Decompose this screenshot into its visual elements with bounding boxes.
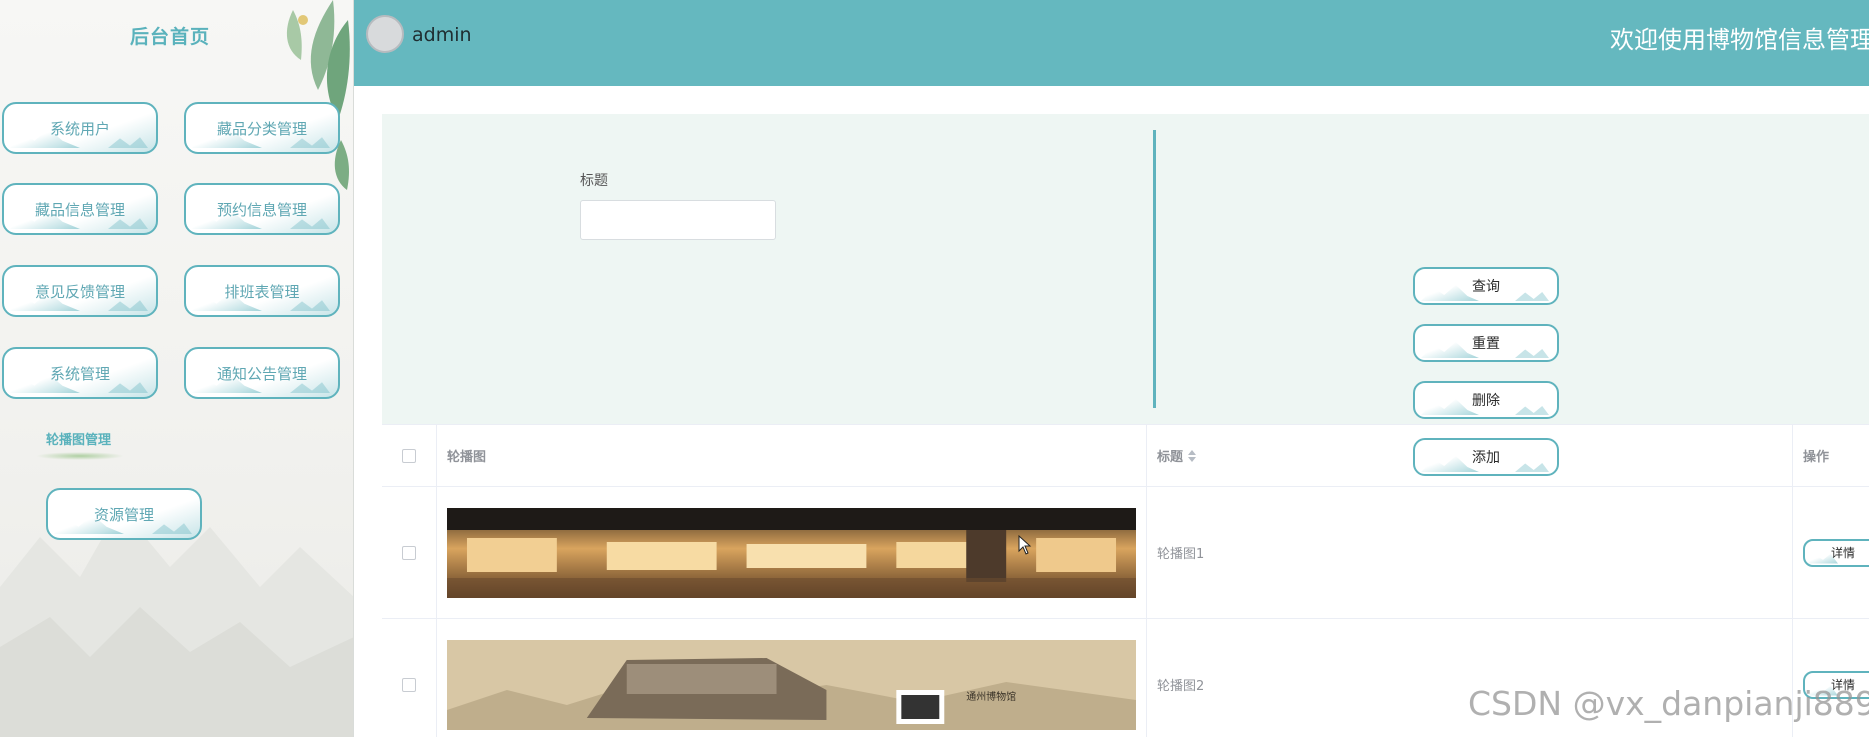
mouse-pointer-icon [1018,535,1032,555]
menu-label: 意见反馈管理 [34,282,125,301]
row-title-cell: 轮播图1 [1147,487,1793,618]
table-header-row: 轮播图 标题 操作 [382,425,1869,487]
menu-label: 藏品信息管理 [34,200,125,219]
search-panel: 标题 查询 重置 删除 添加 [382,114,1869,476]
menu-label: 藏品分类管理 [216,119,307,138]
delete-button[interactable]: 删除 [1413,381,1559,419]
row-checkbox[interactable] [402,677,416,692]
sort-icon[interactable] [1188,449,1197,462]
top-header: admin 欢迎使用博物馆信息管理系 [354,0,1869,86]
button-label: 添加 [1472,450,1500,466]
row-image-cell [437,487,1147,618]
panel-divider [1153,130,1156,408]
query-button[interactable]: 查询 [1413,267,1559,305]
main-content: 标题 查询 重置 删除 添加 轮播图 标题 操作 轮播图1 详情 通州博物馆 轮… [354,86,1869,737]
table-row: 轮播图1 详情 [382,487,1869,619]
app-root: 后台首页 系统用户 藏品分类管理 藏品信息管理 预约信息管理 意见反馈管理 排班… [0,0,1869,737]
row-title: 轮播图1 [1157,547,1205,562]
carousel-image-museum-exterior: 通州博物馆 [447,639,1136,730]
menu-announcements[interactable]: 通知公告管理 [184,347,340,399]
button-label: 详情 [1830,546,1855,560]
menu-label: 系统管理 [49,364,110,383]
ink-mountains-background [0,507,353,737]
menu-label: 排班表管理 [224,282,300,301]
sidebar: 后台首页 系统用户 藏品分类管理 藏品信息管理 预约信息管理 意见反馈管理 排班… [0,0,354,737]
home-link[interactable]: 后台首页 [120,22,220,49]
row-image-cell: 通州博物馆 [437,619,1147,737]
header-title-cell[interactable]: 标题 [1147,425,1793,486]
column-image-header: 轮播图 [447,450,487,465]
menu-feedback[interactable]: 意见反馈管理 [2,265,158,317]
button-label: 详情 [1830,678,1855,692]
row-op-cell: 详情 [1793,487,1869,618]
menu-reservation-info[interactable]: 预约信息管理 [184,183,340,235]
username[interactable]: admin [412,24,472,46]
column-title-header[interactable]: 标题 [1157,446,1183,465]
row-checkbox-cell [382,619,437,737]
row-checkbox-cell [382,487,437,618]
menu-system-management[interactable]: 系统管理 [2,347,158,399]
welcome-title: 欢迎使用博物馆信息管理系 [1610,26,1869,54]
column-operation-header: 操作 [1803,450,1830,465]
row-checkbox[interactable] [402,545,416,560]
reset-button[interactable]: 重置 [1413,324,1559,362]
menu-label: 资源管理 [93,505,154,524]
row-title: 轮播图2 [1157,679,1205,694]
header-op-cell: 操作 [1793,425,1869,486]
menu-label: 系统用户 [49,119,110,138]
button-label: 查询 [1472,279,1500,295]
leaves-decoration-icon [286,0,350,190]
menu-collection-category[interactable]: 藏品分类管理 [184,102,340,154]
banner-caption: 通州博物馆 [966,689,1016,702]
title-search-input[interactable] [580,200,776,240]
avatar[interactable] [366,15,404,53]
menu-label: 通知公告管理 [216,364,307,383]
menu-carousel-management[interactable]: 轮播图管理 [46,429,111,448]
header-image-cell: 轮播图 [437,425,1147,486]
section-underline [36,452,124,460]
detail-button[interactable]: 详情 [1803,538,1869,567]
menu-schedule[interactable]: 排班表管理 [184,265,340,317]
csdn-watermark: CSDN @vx_danpianji889 [1468,684,1869,723]
title-field-label: 标题 [580,173,608,189]
select-all-checkbox[interactable] [402,448,416,463]
menu-system-users[interactable]: 系统用户 [2,102,158,154]
button-label: 删除 [1472,393,1500,409]
button-label: 重置 [1472,336,1500,352]
menu-collection-info[interactable]: 藏品信息管理 [2,183,158,235]
carousel-image-museum-hall [447,507,1136,598]
header-checkbox-cell [382,425,437,486]
submenu-resource-management[interactable]: 资源管理 [46,488,202,540]
menu-label: 预约信息管理 [216,200,307,219]
